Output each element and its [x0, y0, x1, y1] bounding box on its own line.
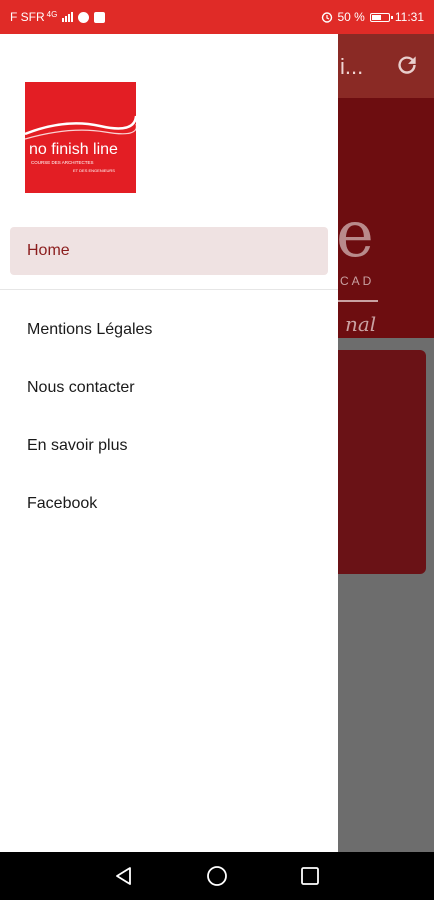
- back-icon[interactable]: [110, 862, 138, 890]
- logo-graphic: no finish line COURSE DES ARCHITECTES ET…: [25, 115, 136, 173]
- status-bar: F SFR 4G 50 % 11:31: [0, 0, 434, 34]
- recents-icon[interactable]: [296, 862, 324, 890]
- refresh-icon[interactable]: [394, 52, 420, 78]
- app-notification-icon: [94, 11, 106, 23]
- clock: 11:31: [394, 10, 424, 24]
- battery-percent: 50 %: [337, 10, 365, 24]
- drawer-item-label: Nous contacter: [27, 379, 135, 396]
- battery-icon: [369, 12, 393, 22]
- logo-brand-text: no finish line: [29, 141, 118, 158]
- drawer-item-mentions-legales[interactable]: Mentions Légales: [10, 306, 328, 354]
- banner-text: e: [336, 198, 374, 272]
- drawer-item-nous-contacter[interactable]: Nous contacter: [10, 364, 328, 412]
- logo-tagline: COURSE DES ARCHITECTES: [31, 160, 94, 165]
- signal-icon: [62, 12, 74, 22]
- background-title: i...: [340, 54, 364, 79]
- drawer-item-label: Facebook: [27, 495, 98, 512]
- alarm-icon: [321, 12, 332, 23]
- drawer-item-facebook[interactable]: Facebook: [10, 480, 328, 528]
- status-bar-right: 50 % 11:31: [321, 10, 424, 24]
- home-icon[interactable]: [203, 862, 231, 890]
- carrier-label: F SFR: [10, 10, 45, 24]
- banner-script: nal: [345, 312, 377, 336]
- system-nav-bar: [0, 852, 434, 900]
- logo-subtext: ET DES ENGENIEURS: [73, 168, 115, 173]
- brand-logo: no finish line COURSE DES ARCHITECTES ET…: [25, 82, 136, 193]
- drawer-item-label: En savoir plus: [27, 437, 128, 454]
- banner-line: [338, 300, 378, 302]
- status-bar-left: F SFR 4G: [10, 9, 106, 24]
- network-type: 4G: [46, 9, 58, 19]
- facebook-notification-icon: [78, 11, 90, 23]
- drawer-divider: [0, 289, 338, 290]
- drawer-item-label: Home: [27, 242, 70, 259]
- navigation-drawer: no finish line COURSE DES ARCHITECTES ET…: [0, 34, 338, 852]
- banner-subtext: CAD: [340, 274, 375, 288]
- drawer-item-label: Mentions Légales: [27, 321, 153, 338]
- drawer-item-home[interactable]: Home: [10, 227, 328, 275]
- drawer-item-en-savoir-plus[interactable]: En savoir plus: [10, 422, 328, 470]
